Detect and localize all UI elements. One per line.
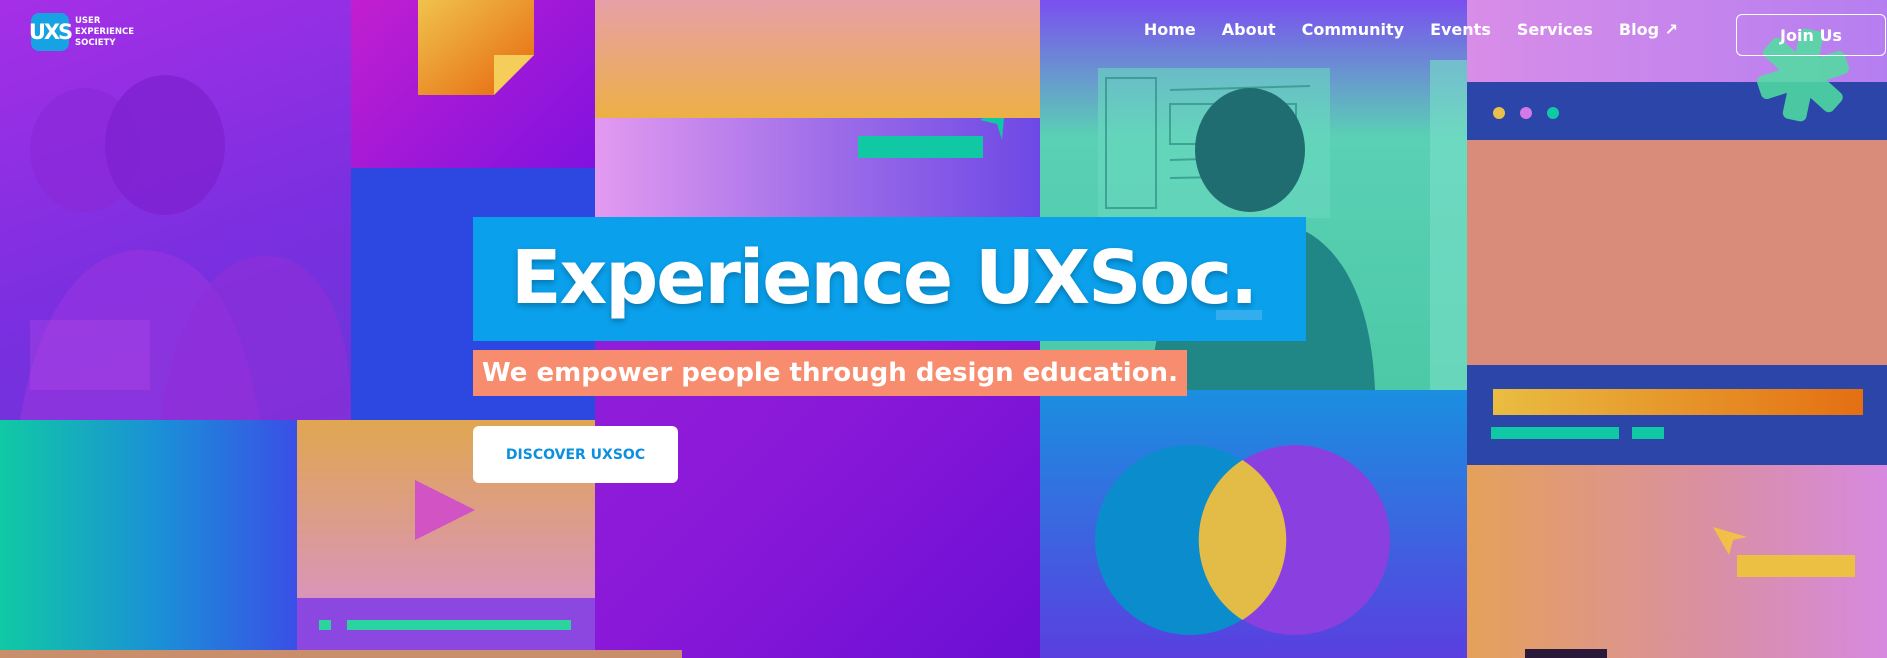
nav-events[interactable]: Events xyxy=(1430,20,1491,39)
join-us-button[interactable]: Join Us xyxy=(1736,14,1886,56)
salmon-panel xyxy=(1467,140,1887,365)
gradient-tile-center xyxy=(595,118,1040,218)
logo-line-1: USER xyxy=(75,15,101,26)
nav-home[interactable]: Home xyxy=(1144,20,1196,39)
photo-tile-students xyxy=(0,0,351,420)
hero-title: Experience UXSoc. xyxy=(511,235,1258,321)
logo-wordmark: USER EXPERIENCE SOCIETY xyxy=(75,16,134,49)
nav-services[interactable]: Services xyxy=(1517,20,1593,39)
main-nav: Home About Community Events Services Blo… xyxy=(1144,0,1704,58)
teal-gradient-tile xyxy=(0,420,297,658)
loading-bars-panel xyxy=(1467,365,1887,465)
video-controls-tile xyxy=(297,598,595,650)
discover-uxsoc-button[interactable]: DISCOVER UXSOC xyxy=(473,426,678,483)
site-logo[interactable]: UXS USER EXPERIENCE SOCIETY xyxy=(29,13,134,51)
students-photo-illustration xyxy=(20,75,351,420)
progress-bars-illustration xyxy=(1491,389,1863,439)
bottom-photo-strip xyxy=(0,650,682,658)
text-cursor xyxy=(1216,310,1262,320)
pointer-arrow-illustration xyxy=(1525,527,1855,658)
window-dots-icon xyxy=(1493,107,1559,119)
hero-subtitle: We empower people through design educati… xyxy=(482,358,1178,388)
logo-line-2: EXPERIENCE xyxy=(75,26,135,37)
gradient-tile-top-center xyxy=(595,0,1040,118)
sticky-note-icon xyxy=(418,0,534,95)
logo-line-3: SOCIETY xyxy=(75,37,116,48)
hero-subtitle-banner: We empower people through design educati… xyxy=(473,350,1187,396)
nav-blog[interactable]: Blog ↗ xyxy=(1619,20,1678,39)
cursor-bar-illustration xyxy=(858,118,1004,158)
hero-title-banner: Experience UXSoc. xyxy=(473,217,1306,341)
arrow-panel xyxy=(1467,465,1887,658)
sticky-note-tile xyxy=(351,0,595,168)
video-progress-illustration xyxy=(319,620,571,630)
nav-community[interactable]: Community xyxy=(1302,20,1404,39)
venn-tile xyxy=(1040,390,1467,658)
nav-about[interactable]: About xyxy=(1222,20,1276,39)
logo-mark: UXS xyxy=(29,13,73,51)
venn-diagram-illustration xyxy=(1095,445,1390,635)
